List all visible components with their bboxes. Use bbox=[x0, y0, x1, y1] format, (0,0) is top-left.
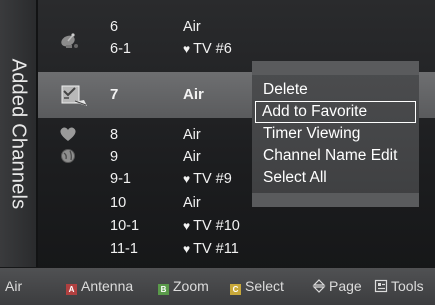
zoom-button[interactable]: B Zoom bbox=[158, 278, 209, 295]
channel-number: 7 bbox=[110, 86, 119, 103]
channel-row[interactable]: 11-1 ♥ TV #11 bbox=[38, 238, 435, 260]
channel-number: 6 bbox=[110, 19, 119, 35]
b-key-icon: B bbox=[158, 284, 169, 295]
globe-icon bbox=[58, 147, 78, 165]
tools-popup-menu: Delete Add to Favorite Timer Viewing Cha… bbox=[252, 61, 419, 207]
menu-item-channel-name-edit[interactable]: Channel Name Edit bbox=[255, 145, 416, 167]
channel-number: 8 bbox=[110, 127, 119, 143]
channel-name: ♥ TV #11 bbox=[183, 241, 239, 257]
c-key-icon: C bbox=[230, 284, 241, 295]
tools-icon bbox=[374, 279, 388, 293]
channel-name: Air bbox=[183, 149, 201, 165]
channel-number: 9 bbox=[110, 149, 119, 165]
mode-label: Air bbox=[5, 278, 23, 294]
heart-icon: ♥ bbox=[183, 242, 191, 256]
heart-icon bbox=[58, 126, 78, 144]
a-key-icon: A bbox=[66, 284, 77, 295]
antenna-button[interactable]: A Antenna bbox=[66, 278, 133, 295]
page-title: Added Channels bbox=[7, 58, 30, 210]
popup-header bbox=[252, 61, 419, 75]
menu-item-select-all[interactable]: Select All bbox=[255, 167, 416, 189]
channel-row[interactable]: 6-1 ♥ TV #6 bbox=[38, 33, 435, 60]
channel-name: Air bbox=[183, 19, 201, 35]
channel-row[interactable]: 6 Air bbox=[38, 16, 435, 38]
page-button[interactable]: Page bbox=[312, 278, 362, 294]
channel-number: 11-1 bbox=[110, 241, 138, 257]
channel-number: 6-1 bbox=[110, 41, 131, 57]
channel-number: 9-1 bbox=[110, 171, 131, 187]
select-button[interactable]: C Select bbox=[230, 278, 284, 295]
up-down-arrows-icon bbox=[312, 279, 326, 293]
channel-name: ♥ TV #9 bbox=[183, 171, 232, 187]
antenna-icon bbox=[58, 30, 78, 48]
channel-name: Air bbox=[183, 127, 201, 143]
menu-item-timer-viewing[interactable]: Timer Viewing bbox=[255, 123, 416, 145]
channel-row[interactable]: 10-1 ♥ TV #10 bbox=[38, 215, 435, 237]
channel-name: Air bbox=[183, 195, 201, 211]
heart-icon: ♥ bbox=[183, 172, 191, 186]
edit-checklist-icon bbox=[60, 84, 88, 108]
bottom-bar: Air A Antenna B Zoom C Select Page Tools bbox=[0, 268, 435, 305]
popup-footer bbox=[252, 193, 419, 207]
channel-name: ♥ TV #6 bbox=[183, 41, 232, 57]
heart-icon: ♥ bbox=[183, 42, 191, 56]
heart-icon: ♥ bbox=[183, 219, 191, 233]
channel-name: ♥ TV #10 bbox=[183, 218, 240, 234]
channel-number: 10 bbox=[110, 195, 127, 211]
side-panel: Added Channels bbox=[0, 0, 36, 267]
channel-number: 10-1 bbox=[110, 218, 140, 234]
tools-button[interactable]: Tools bbox=[374, 278, 424, 294]
channel-name: Air bbox=[183, 86, 204, 103]
menu-item-add-to-favorite[interactable]: Add to Favorite bbox=[255, 101, 416, 123]
menu-item-delete[interactable]: Delete bbox=[255, 79, 416, 101]
